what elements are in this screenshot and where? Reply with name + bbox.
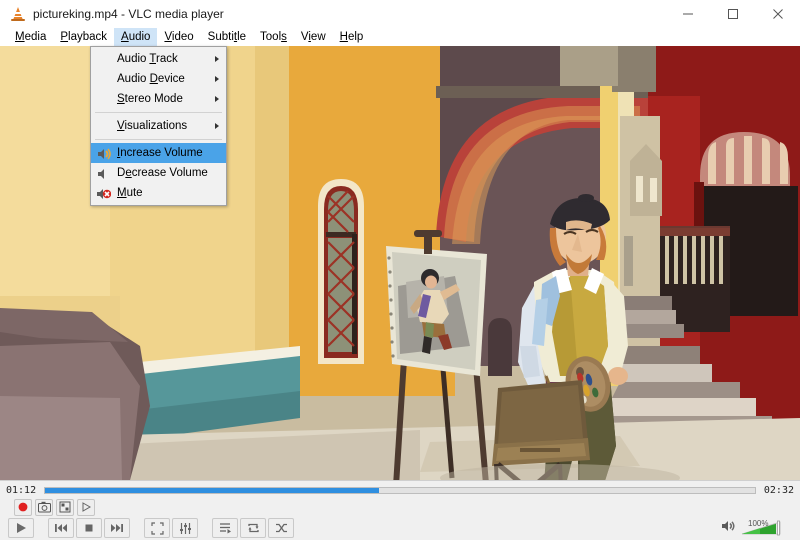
menu-help[interactable]: Help bbox=[333, 28, 371, 46]
loop-button[interactable] bbox=[240, 518, 266, 538]
stop-button[interactable] bbox=[76, 518, 102, 538]
audio-menu-dropdown[interactable]: Audio Track Audio Device Stereo Mode Vis… bbox=[90, 46, 227, 206]
volume-speaker-icon[interactable] bbox=[721, 519, 736, 537]
maximize-icon[interactable] bbox=[710, 0, 755, 28]
random-button[interactable] bbox=[268, 518, 294, 538]
camera-icon bbox=[37, 501, 51, 513]
previous-icon bbox=[55, 524, 67, 532]
menu-playback[interactable]: Playback bbox=[53, 28, 114, 46]
menu-item-audio-track[interactable]: Audio Track bbox=[91, 49, 226, 69]
play-button[interactable] bbox=[8, 518, 34, 538]
menu-audio[interactable]: Audio bbox=[114, 28, 158, 46]
menu-item-label: Stereo Mode bbox=[117, 93, 183, 105]
play-icon bbox=[17, 523, 26, 533]
menu-item-increase-volume[interactable]: Increase Volume bbox=[91, 143, 226, 163]
minimize-icon[interactable] bbox=[665, 0, 710, 28]
menu-separator bbox=[95, 139, 222, 140]
menu-media[interactable]: MMediaedia bbox=[8, 28, 53, 46]
volume-slider[interactable]: 100% bbox=[740, 519, 786, 536]
title-bar: pictureking.mp4 - VLC media player bbox=[0, 0, 800, 29]
menu-item-label: Audio Track bbox=[117, 53, 178, 65]
chevron-right-icon bbox=[215, 123, 219, 129]
seek-row: 01:12 02:32 bbox=[0, 481, 800, 497]
chevron-right-icon bbox=[215, 56, 219, 62]
stop-icon bbox=[85, 524, 93, 532]
menu-view[interactable]: View bbox=[294, 28, 333, 46]
window-title: pictureking.mp4 - VLC media player bbox=[33, 7, 224, 21]
chevron-right-icon bbox=[215, 76, 219, 82]
transport-button-row: 100% bbox=[0, 517, 800, 539]
next-icon bbox=[111, 524, 123, 532]
playlist-icon bbox=[219, 523, 231, 534]
mute-icon bbox=[97, 187, 112, 199]
menu-item-label: Decrease Volume bbox=[117, 167, 208, 179]
frame-by-frame-button[interactable] bbox=[77, 498, 95, 516]
fullscreen-icon bbox=[150, 521, 164, 535]
vlc-cone-icon bbox=[10, 6, 26, 22]
menu-item-decrease-volume[interactable]: Decrease Volume bbox=[91, 163, 226, 183]
chevron-right-icon bbox=[215, 96, 219, 102]
menu-item-visualizations[interactable]: Visualizations bbox=[91, 116, 226, 136]
menu-video[interactable]: Video bbox=[157, 28, 200, 46]
previous-button[interactable] bbox=[48, 518, 74, 538]
record-button[interactable] bbox=[14, 498, 32, 516]
volume-up-icon bbox=[97, 147, 111, 160]
seek-progress bbox=[45, 487, 379, 493]
menu-item-label: Increase Volume bbox=[117, 147, 203, 159]
extended-button-row bbox=[0, 497, 800, 517]
total-time[interactable]: 02:32 bbox=[764, 485, 794, 496]
menu-item-stereo-mode[interactable]: Stereo Mode bbox=[91, 89, 226, 109]
frame-step-icon bbox=[82, 502, 92, 512]
menu-item-label: Visualizations bbox=[117, 120, 188, 132]
menu-bar: MMediaedia Playback Audio Video Subtitle… bbox=[0, 28, 800, 46]
equalizer-icon bbox=[179, 522, 191, 534]
extended-settings-button[interactable] bbox=[172, 518, 198, 538]
volume-percent: 100% bbox=[748, 519, 769, 528]
ab-loop-icon bbox=[59, 501, 71, 513]
control-bar: 01:12 02:32 100% bbox=[0, 480, 800, 540]
volume-down-icon bbox=[97, 167, 111, 179]
menu-item-audio-device[interactable]: Audio Device bbox=[91, 69, 226, 89]
window-controls bbox=[665, 0, 800, 28]
menu-tools[interactable]: Tools bbox=[253, 28, 294, 46]
shuffle-icon bbox=[275, 523, 287, 533]
playlist-button[interactable] bbox=[212, 518, 238, 538]
next-button[interactable] bbox=[104, 518, 130, 538]
menu-item-label: Mute bbox=[117, 187, 143, 199]
seek-slider[interactable] bbox=[44, 486, 756, 494]
elapsed-time[interactable]: 01:12 bbox=[6, 485, 36, 496]
menu-separator bbox=[95, 112, 222, 113]
ab-loop-button[interactable] bbox=[56, 498, 74, 516]
fullscreen-button[interactable] bbox=[144, 518, 170, 538]
close-icon[interactable] bbox=[755, 0, 800, 28]
volume-control[interactable]: 100% bbox=[721, 519, 800, 537]
record-icon bbox=[18, 502, 28, 512]
snapshot-button[interactable] bbox=[35, 498, 53, 516]
menu-subtitle[interactable]: Subtitle bbox=[201, 28, 253, 46]
loop-icon bbox=[247, 523, 259, 533]
menu-item-mute[interactable]: Mute bbox=[91, 183, 226, 203]
menu-item-label: Audio Device bbox=[117, 73, 185, 85]
vlc-window: pictureking.mp4 - VLC media player MMedi… bbox=[0, 0, 800, 540]
